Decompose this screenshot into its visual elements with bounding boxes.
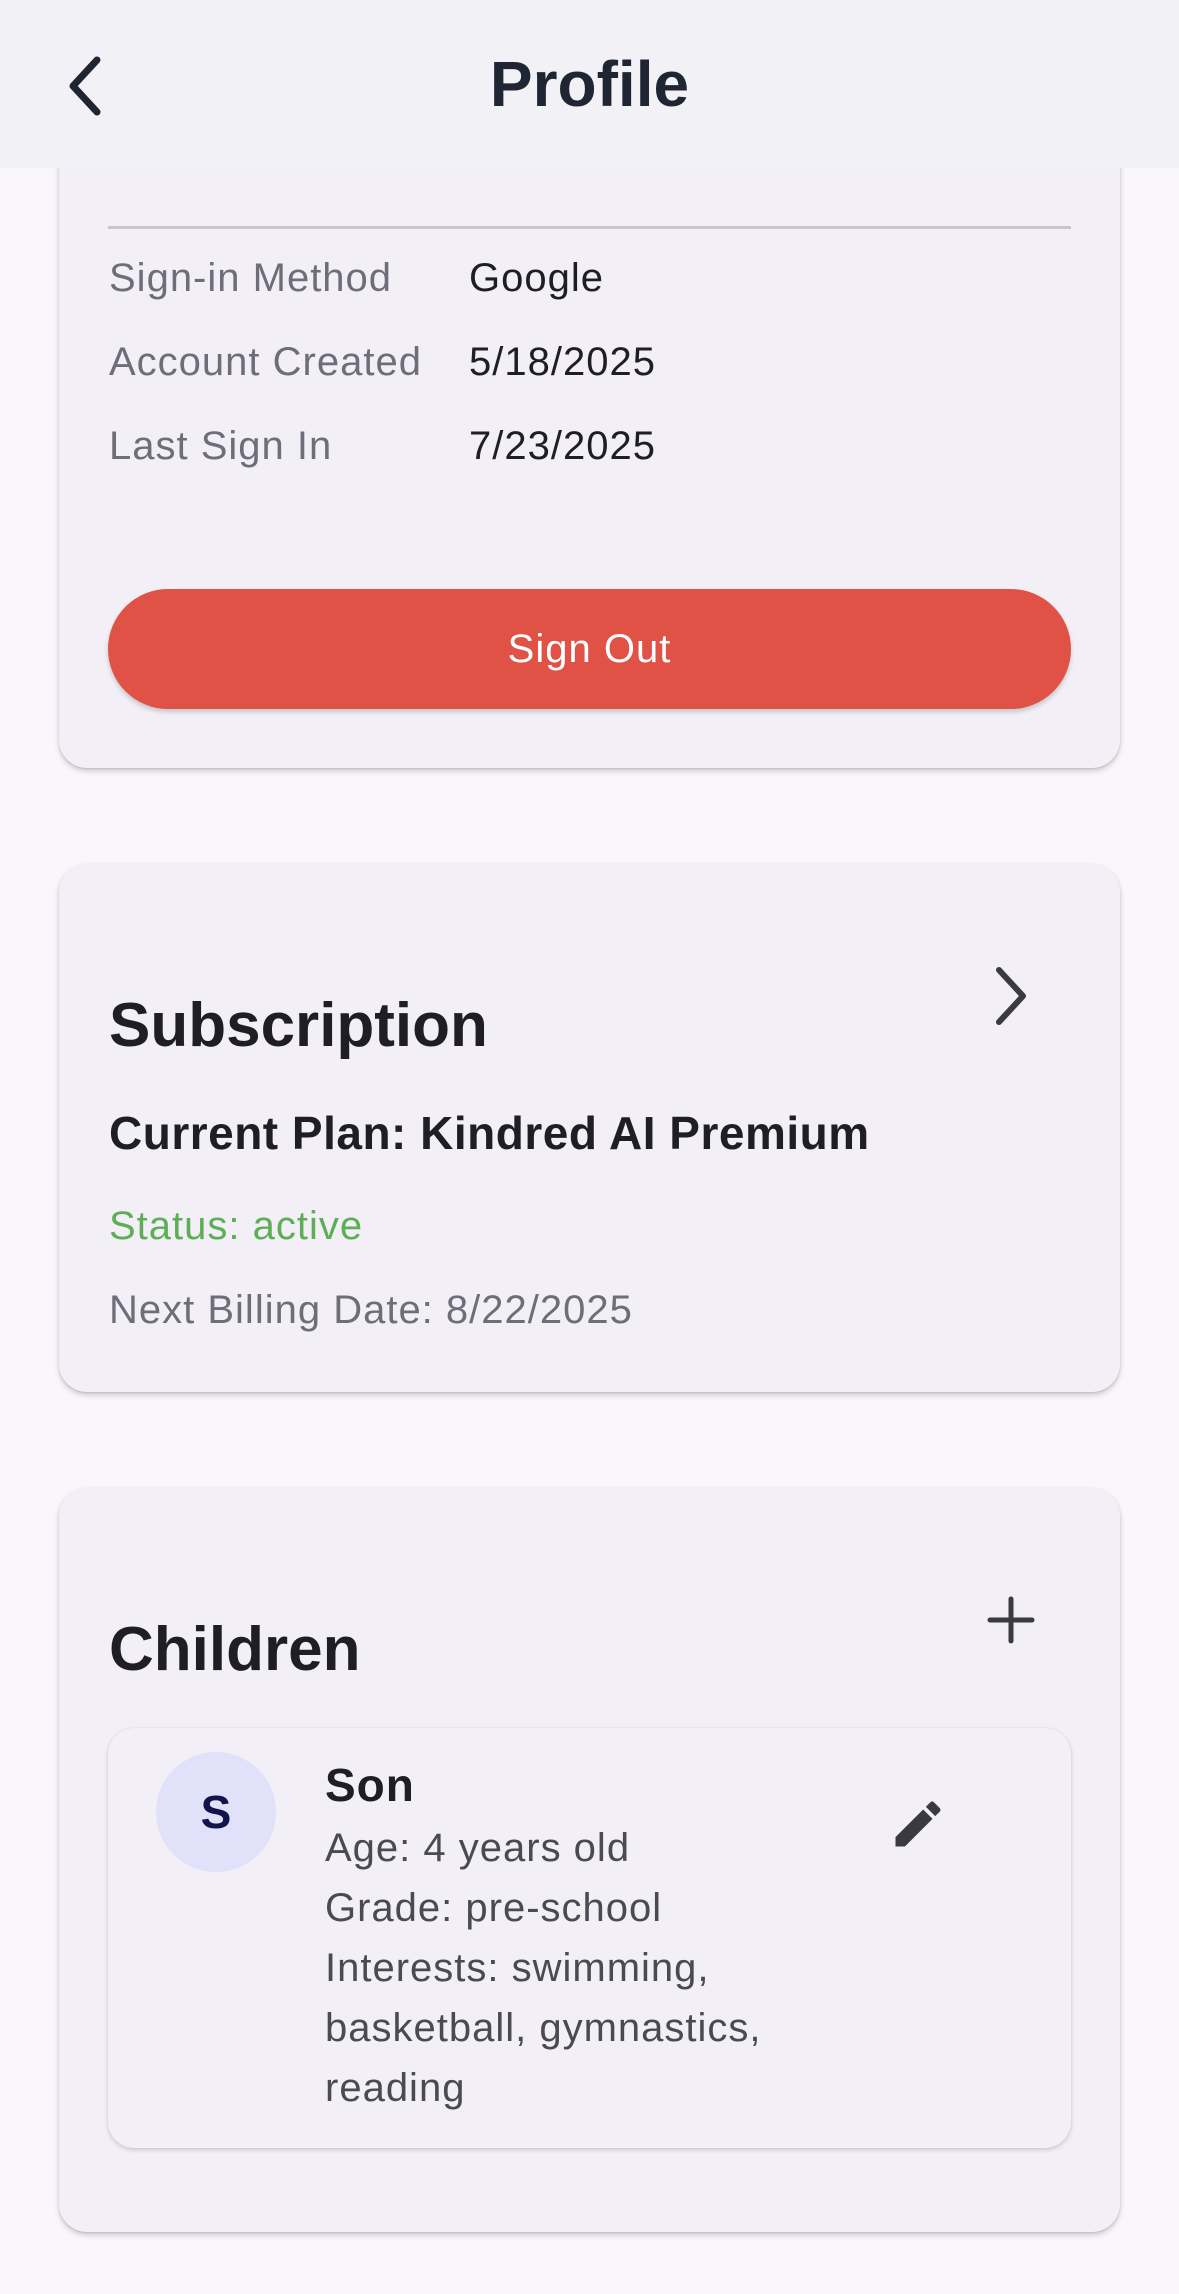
pencil-icon [895,1801,941,1847]
last-sign-in-value: 7/23/2025 [469,423,656,468]
subscription-details-button[interactable] [971,956,1051,1036]
sign-in-method-row: Sign-in Method Google [109,248,604,308]
subscription-status: Status: active [109,1204,364,1248]
account-created-label: Account Created [109,339,422,384]
avatar: S [156,1752,276,1872]
children-heading: Children [109,1615,361,1684]
children-card: Children S Son Age: 4 years old Grade: p… [59,1488,1120,2232]
subscription-card[interactable]: Subscription Current Plan: Kindred AI Pr… [59,864,1120,1392]
last-sign-in-label: Last Sign In [109,423,333,468]
plus-icon [987,1596,1035,1644]
subscription-heading: Subscription [109,991,488,1060]
sign-out-button[interactable]: Sign Out [108,589,1071,709]
child-name: Son [325,1759,415,1811]
sign-in-method-value: Google [469,255,604,300]
edit-child-button[interactable] [878,1784,958,1864]
current-plan: Current Plan: Kindred AI Premium [109,1107,870,1159]
app-header: Profile [0,0,1179,168]
divider [108,226,1071,229]
add-child-button[interactable] [971,1580,1051,1660]
last-sign-in-row: Last Sign In 7/23/2025 [109,416,656,476]
child-interests: Interests: swimming, basketball, gymnast… [325,1946,762,2110]
child-age: Age: 4 years old [325,1826,631,1870]
account-created-row: Account Created 5/18/2025 [109,332,656,392]
sign-in-method-label: Sign-in Method [109,255,393,300]
next-billing-date: Next Billing Date: 8/22/2025 [109,1288,633,1332]
chevron-right-icon [996,967,1026,1025]
child-card[interactable]: S Son Age: 4 years old Grade: pre-school… [108,1728,1071,2148]
account-created-value: 5/18/2025 [469,339,656,384]
child-grade: Grade: pre-school [325,1886,663,1930]
page-title: Profile [489,48,690,120]
